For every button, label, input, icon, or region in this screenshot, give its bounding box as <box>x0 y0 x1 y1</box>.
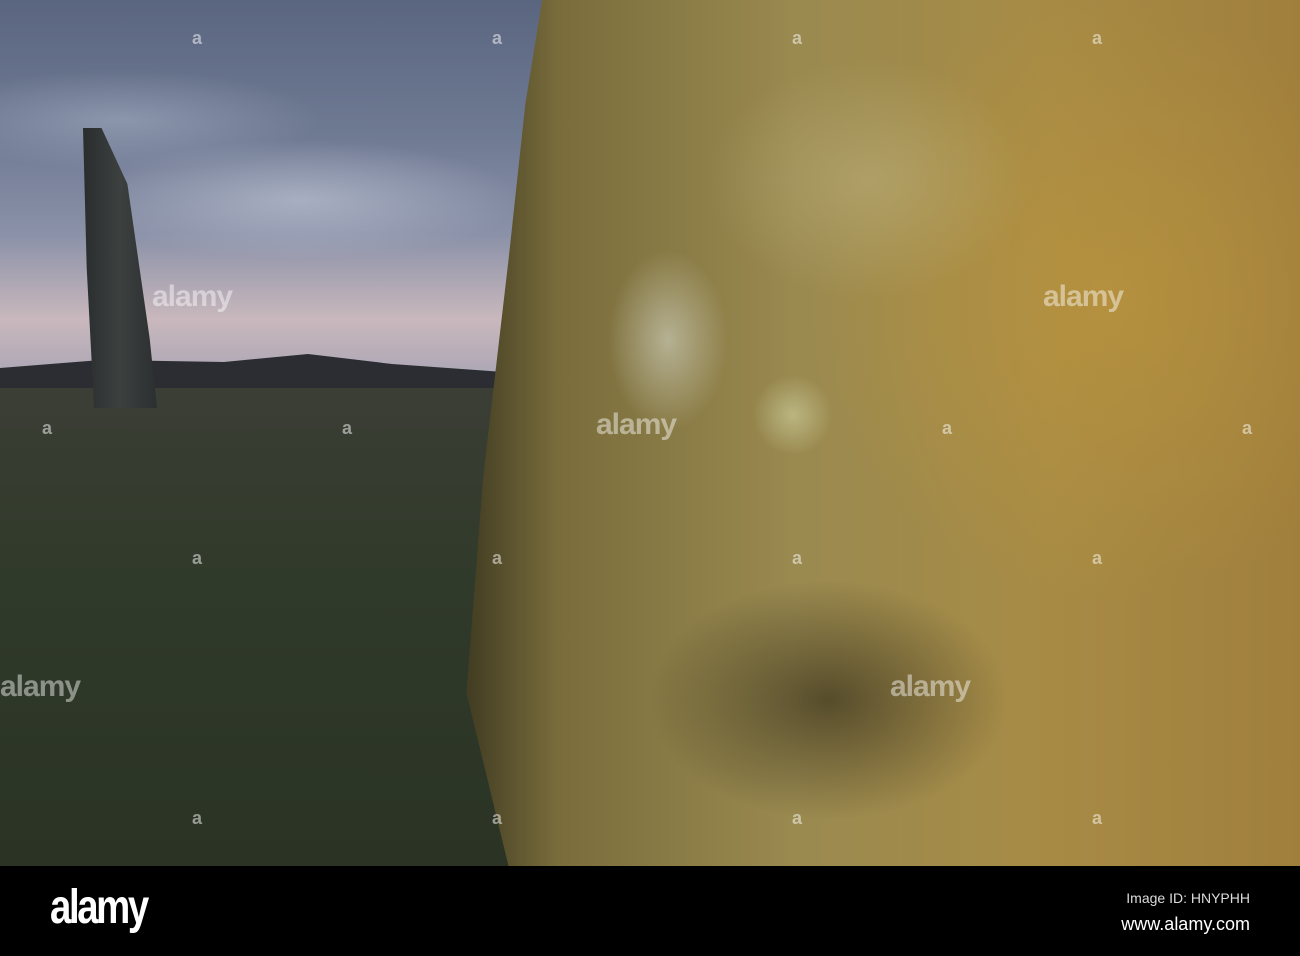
watermark-mark: a <box>942 418 953 438</box>
watermark-mark: a <box>492 548 503 568</box>
watermark-mark: a <box>1092 808 1103 828</box>
watermark: alamy <box>152 280 233 313</box>
watermark-mark: a <box>792 808 803 828</box>
footer-bar: alamy Image ID: HNYPHH www.alamy.com <box>0 866 1300 956</box>
watermark-mark: a <box>342 418 353 438</box>
watermark-mark: a <box>1092 28 1103 48</box>
watermark: alamy <box>1043 280 1124 313</box>
alamy-logo: alamy <box>50 881 149 934</box>
image-id: Image ID: HNYPHH <box>1126 890 1250 906</box>
photo: alamy alamy alamy alamy alamy a a a a a … <box>0 0 1300 866</box>
watermark-mark: a <box>792 28 803 48</box>
site-url: www.alamy.com <box>1121 914 1250 934</box>
watermark-mark: a <box>42 418 53 438</box>
lichen-covered-stone <box>466 0 1300 866</box>
watermark: alamy <box>890 670 971 703</box>
watermark-mark: a <box>192 808 203 828</box>
watermark-mark: a <box>492 28 503 48</box>
watermark: alamy <box>596 408 677 441</box>
watermark-mark: a <box>192 548 203 568</box>
watermark-mark: a <box>1092 548 1103 568</box>
watermark-mark: a <box>492 808 503 828</box>
watermark: alamy <box>0 670 81 703</box>
watermark-mark: a <box>192 28 203 48</box>
watermark-mark: a <box>792 548 803 568</box>
watermark-mark: a <box>1242 418 1253 438</box>
